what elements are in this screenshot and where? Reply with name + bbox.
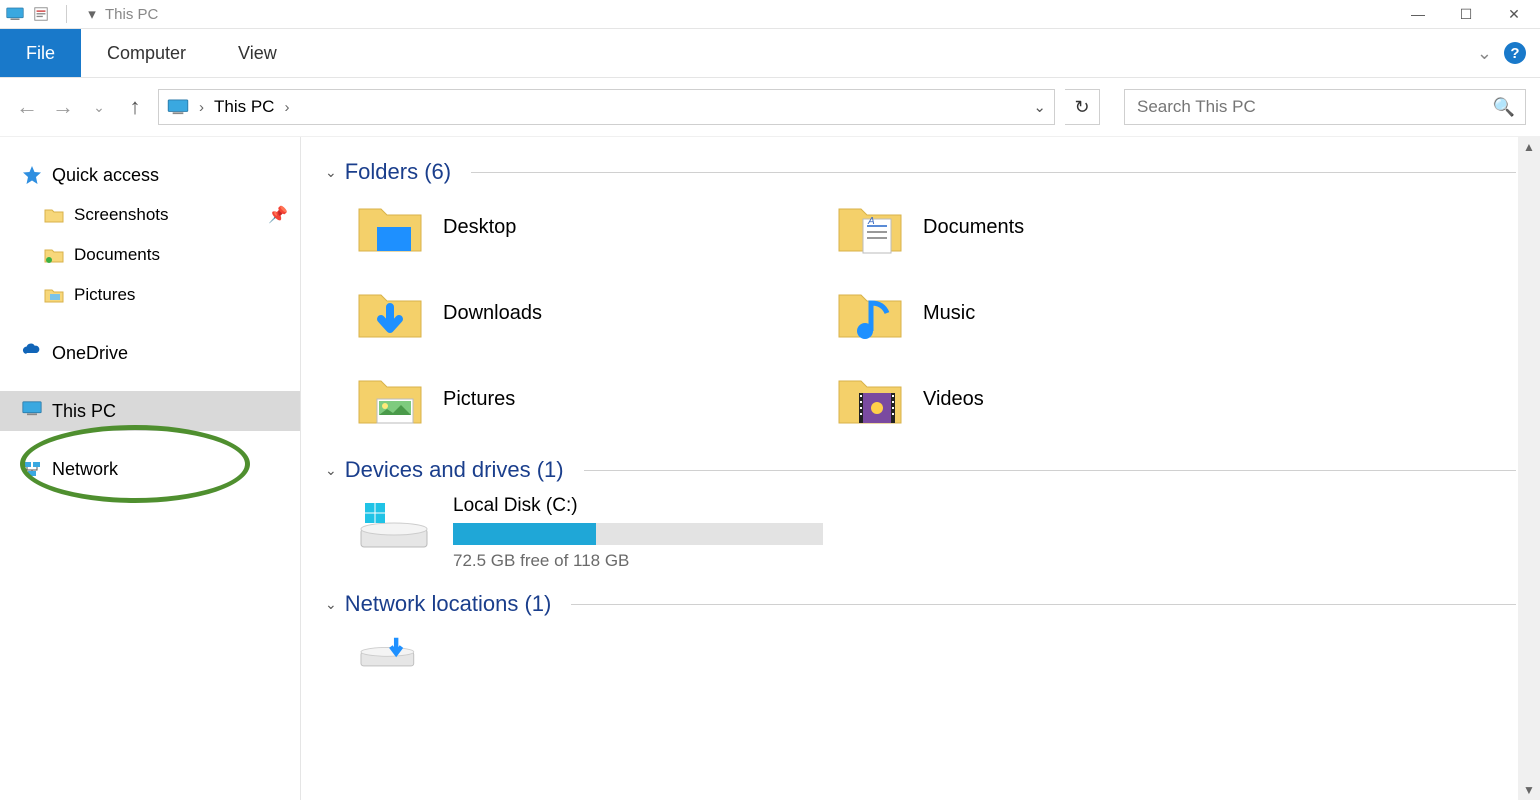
close-button[interactable]: ✕: [1502, 6, 1526, 23]
maximize-button[interactable]: ☐: [1454, 6, 1478, 23]
folder-icon: [355, 197, 425, 257]
scroll-up-icon[interactable]: ▲: [1518, 137, 1540, 157]
tab-computer[interactable]: Computer: [81, 29, 212, 77]
chevron-down-icon[interactable]: ⌄: [325, 596, 337, 613]
qat-dropdown-icon[interactable]: ▾: [83, 5, 101, 23]
folder-icon: [44, 245, 64, 265]
svg-text:A: A: [867, 216, 875, 227]
tree-this-pc[interactable]: This PC: [0, 391, 300, 431]
pc-icon: [22, 401, 42, 421]
help-icon[interactable]: ?: [1504, 42, 1526, 64]
tree-label: Pictures: [74, 285, 135, 305]
folder-icon: [355, 369, 425, 429]
section-folders-header[interactable]: ⌄ Folders (6): [325, 159, 1516, 185]
chevron-right-icon[interactable]: ›: [284, 99, 289, 116]
chevron-right-icon[interactable]: ›: [199, 99, 204, 116]
folder-label: Music: [923, 302, 975, 325]
folder-documents[interactable]: A Documents: [835, 197, 1315, 257]
chevron-down-icon[interactable]: ⌄: [325, 164, 337, 181]
star-icon: [22, 165, 42, 185]
tree-label: Network: [52, 459, 118, 480]
drive-free-text: 72.5 GB free of 118 GB: [453, 551, 823, 571]
tree-label: Screenshots: [74, 205, 169, 225]
tree-label: Documents: [74, 245, 160, 265]
breadcrumb-segment[interactable]: This PC: [214, 97, 274, 117]
refresh-button[interactable]: ↻: [1065, 89, 1100, 125]
navigation-pane: Quick access Screenshots 📌 Documents Pic…: [0, 137, 301, 800]
folder-downloads[interactable]: Downloads: [355, 283, 835, 343]
nav-recent-dropdown[interactable]: ⌄: [86, 99, 112, 116]
folder-icon: [835, 369, 905, 429]
tab-file[interactable]: File: [0, 29, 81, 77]
tree-network[interactable]: Network: [0, 449, 300, 489]
vertical-scrollbar[interactable]: ▲ ▼: [1518, 137, 1540, 800]
network-drive-icon: [355, 629, 425, 673]
tree-label: Quick access: [52, 165, 159, 186]
qat-properties-icon[interactable]: [32, 5, 50, 23]
search-input[interactable]: [1135, 96, 1493, 118]
section-title: Folders (6): [345, 159, 451, 185]
section-title: Devices and drives (1): [345, 457, 564, 483]
address-pc-icon: [167, 99, 189, 115]
drive-local-disk-c[interactable]: Local Disk (C:) 72.5 GB free of 118 GB: [355, 495, 1516, 571]
navigation-bar: ← → ⌄ ↑ › This PC › ⌄ ↻ 🔍: [0, 78, 1540, 137]
network-icon: [22, 459, 42, 479]
cloud-icon: [22, 343, 42, 363]
tree-label: OneDrive: [52, 343, 128, 364]
window-title: This PC: [105, 6, 158, 23]
tree-item-pictures[interactable]: Pictures: [0, 275, 300, 315]
tree-item-documents[interactable]: Documents: [0, 235, 300, 275]
scroll-down-icon[interactable]: ▼: [1518, 780, 1540, 800]
folder-label: Videos: [923, 388, 984, 411]
folder-label: Desktop: [443, 216, 516, 239]
drive-usage-fill: [453, 523, 596, 545]
tree-label: This PC: [52, 401, 116, 422]
search-box[interactable]: 🔍: [1124, 89, 1526, 125]
nav-back-button[interactable]: ←: [14, 94, 40, 120]
nav-forward-button[interactable]: →: [50, 94, 76, 120]
folder-icon: [44, 285, 64, 305]
content-pane: ⌄ Folders (6) Desktop A Documents: [301, 137, 1540, 800]
folder-icon: [835, 283, 905, 343]
pin-icon: 📌: [268, 205, 288, 225]
minimize-button[interactable]: —: [1406, 6, 1430, 23]
drive-icon: [355, 495, 433, 555]
ribbon-tabs: File Computer View ⌄ ?: [0, 29, 1540, 78]
address-dropdown-icon[interactable]: ⌄: [1033, 98, 1046, 116]
folder-videos[interactable]: Videos: [835, 369, 1315, 429]
section-title: Network locations (1): [345, 591, 552, 617]
folder-desktop[interactable]: Desktop: [355, 197, 835, 257]
folder-pictures[interactable]: Pictures: [355, 369, 835, 429]
section-drives-header[interactable]: ⌄ Devices and drives (1): [325, 457, 1516, 483]
folder-label: Downloads: [443, 302, 542, 325]
tree-onedrive[interactable]: OneDrive: [0, 333, 300, 373]
address-bar[interactable]: › This PC › ⌄: [158, 89, 1055, 125]
tab-view[interactable]: View: [212, 29, 303, 77]
folder-label: Pictures: [443, 388, 515, 411]
section-network-locations-header[interactable]: ⌄ Network locations (1): [325, 591, 1516, 617]
titlebar: ▾ This PC — ☐ ✕: [0, 0, 1540, 29]
folder-icon: [355, 283, 425, 343]
folder-icon: [44, 205, 64, 225]
folder-music[interactable]: Music: [835, 283, 1315, 343]
tree-item-screenshots[interactable]: Screenshots 📌: [0, 195, 300, 235]
chevron-down-icon[interactable]: ⌄: [325, 462, 337, 479]
search-icon[interactable]: 🔍: [1493, 97, 1515, 118]
folder-icon: A: [835, 197, 905, 257]
tree-quick-access[interactable]: Quick access: [0, 155, 300, 195]
nav-up-button[interactable]: ↑: [122, 94, 148, 120]
drive-name: Local Disk (C:): [453, 495, 823, 517]
folder-label: Documents: [923, 216, 1024, 239]
app-icon: [6, 5, 24, 23]
network-location-item[interactable]: [355, 629, 1516, 673]
ribbon-collapse-icon[interactable]: ⌄: [1477, 43, 1492, 64]
drive-usage-bar: [453, 523, 823, 545]
